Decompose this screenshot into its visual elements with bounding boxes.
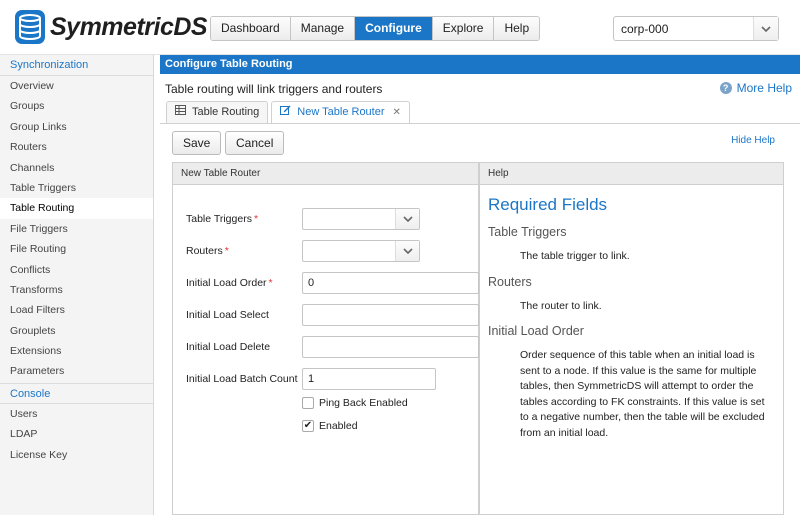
checkmark-icon[interactable]: ✔: [302, 420, 314, 432]
sidebar-item-load-filters[interactable]: Load Filters: [0, 300, 153, 320]
sidebar-item-ldap[interactable]: LDAP: [0, 424, 153, 444]
initial-load-delete-input[interactable]: [302, 336, 479, 358]
routers-label: Routers: [186, 245, 223, 257]
more-help-label: More Help: [736, 81, 792, 95]
enabled-label: Enabled: [319, 420, 358, 432]
initial-load-order-input[interactable]: 0: [302, 272, 479, 294]
help-routers-text: The router to link.: [520, 299, 602, 312]
chevron-down-icon[interactable]: [753, 17, 778, 40]
chevron-down-icon[interactable]: [395, 209, 419, 229]
tab-new-table-router[interactable]: New Table Router ✕: [271, 101, 410, 123]
sidebar-item-table-triggers[interactable]: Table Triggers: [0, 178, 153, 198]
sidebar-item-groups[interactable]: Groups: [0, 96, 153, 116]
tab-new-table-router-label: New Table Router: [297, 106, 385, 118]
nav-help[interactable]: Help: [494, 17, 540, 40]
tab-table-routing[interactable]: Table Routing: [166, 101, 269, 123]
app-header: SymmetricDS Dashboard Manage Configure E…: [0, 0, 800, 55]
page-title: Configure Table Routing: [160, 55, 800, 74]
help-panel: Help Required Fields Table Triggers The …: [479, 162, 784, 515]
content-tabs: Table Routing New Table Router ✕: [166, 101, 413, 123]
help-table-triggers-heading: Table Triggers: [488, 225, 567, 239]
sidebar-item-grouplets[interactable]: Grouplets: [0, 321, 153, 341]
sidebar-item-parameters[interactable]: Parameters: [0, 361, 153, 381]
page-description: Table routing will link triggers and rou…: [165, 82, 383, 96]
sidebar-section-console: Console: [0, 382, 153, 404]
required-marker: *: [224, 245, 229, 257]
sidebar-item-users[interactable]: Users: [0, 404, 153, 424]
initial-load-batch-count-input[interactable]: 1: [302, 368, 436, 390]
help-icon: ?: [719, 82, 732, 94]
close-icon[interactable]: ✕: [393, 102, 401, 123]
brand-logo[interactable]: SymmetricDS: [14, 9, 208, 45]
checkbox-unchecked-icon[interactable]: [302, 397, 314, 409]
sidebar-item-license-key[interactable]: License Key: [0, 445, 153, 465]
sidebar-item-routers[interactable]: Routers: [0, 137, 153, 157]
initial-load-order-row: Initial Load Order *: [186, 272, 273, 294]
sidebar-item-file-triggers[interactable]: File Triggers: [0, 219, 153, 239]
routers-row: Routers *: [186, 240, 229, 262]
table-triggers-label: Table Triggers: [186, 213, 252, 225]
ping-back-enabled-label: Ping Back Enabled: [319, 397, 408, 409]
nav-dashboard[interactable]: Dashboard: [211, 17, 291, 40]
sidebar-item-extensions[interactable]: Extensions: [0, 341, 153, 361]
initial-load-order-label: Initial Load Order: [186, 277, 267, 289]
form-panel: New Table Router Table Triggers * Routers…: [172, 162, 479, 515]
initial-load-delete-label: Initial Load Delete: [186, 341, 271, 353]
sidebar-item-conflicts[interactable]: Conflicts: [0, 260, 153, 280]
more-help-link[interactable]: ? More Help: [719, 81, 792, 95]
initial-load-select-label: Initial Load Select: [186, 309, 269, 321]
help-heading: Required Fields: [488, 195, 608, 214]
initial-load-select-row: Initial Load Select: [186, 304, 269, 326]
main-content: Configure Table Routing Table routing wi…: [160, 55, 800, 515]
initial-load-select-input[interactable]: [302, 304, 479, 326]
sidebar-item-group-links[interactable]: Group Links: [0, 117, 153, 137]
ping-back-enabled-checkbox[interactable]: Ping Back Enabled: [302, 397, 408, 409]
table-triggers-row: Table Triggers *: [186, 208, 258, 230]
enabled-checkbox[interactable]: ✔ Enabled: [302, 420, 358, 432]
help-table-triggers-text: The table trigger to link.: [520, 250, 630, 262]
nav-explore[interactable]: Explore: [432, 17, 495, 40]
routers-select[interactable]: [302, 240, 420, 262]
database-sync-icon: [15, 10, 45, 44]
help-routers-heading: Routers: [488, 274, 532, 289]
tab-divider: [160, 123, 800, 124]
node-select-value: corp-000: [621, 21, 669, 36]
edit-icon: [280, 102, 291, 123]
help-panel-title: Help: [480, 163, 783, 185]
help-initial-load-order-text: Order sequence of this table when an ini…: [520, 349, 765, 439]
required-marker: *: [253, 213, 259, 225]
chevron-down-icon[interactable]: [395, 241, 419, 261]
sidebar-section-synchronization: Synchronization: [0, 55, 153, 76]
initial-load-delete-row: Initial Load Delete: [186, 336, 270, 358]
help-initial-load-order-heading: Initial Load Order: [488, 324, 584, 338]
help-body: Required Fields Table Triggers The table…: [480, 185, 783, 441]
table-triggers-select[interactable]: [302, 208, 420, 230]
nav-configure[interactable]: Configure: [355, 17, 433, 40]
node-select[interactable]: corp-000: [613, 16, 779, 41]
sidebar: Synchronization Overview Groups Group Li…: [0, 55, 154, 515]
save-button[interactable]: Save: [172, 131, 222, 155]
hide-help-link[interactable]: Hide Help: [731, 135, 775, 146]
sidebar-item-channels[interactable]: Channels: [0, 158, 153, 178]
main-nav: Dashboard Manage Configure Explore Help: [210, 16, 541, 41]
grid-icon: [175, 102, 186, 123]
initial-load-batch-count-row: Initial Load Batch Count: [186, 368, 298, 390]
required-marker: *: [268, 277, 273, 289]
tab-table-routing-label: Table Routing: [192, 106, 260, 118]
form-panel-title: New Table Router: [173, 163, 478, 185]
sidebar-item-table-routing[interactable]: Table Routing: [0, 198, 153, 219]
sidebar-item-file-routing[interactable]: File Routing: [0, 239, 153, 259]
initial-load-batch-count-label: Initial Load Batch Count: [186, 373, 298, 385]
sidebar-item-overview[interactable]: Overview: [0, 76, 153, 96]
brand-name: SymmetricDS: [50, 12, 208, 41]
sidebar-item-transforms[interactable]: Transforms: [0, 280, 153, 300]
nav-manage[interactable]: Manage: [290, 17, 356, 40]
cancel-button[interactable]: Cancel: [225, 131, 285, 155]
